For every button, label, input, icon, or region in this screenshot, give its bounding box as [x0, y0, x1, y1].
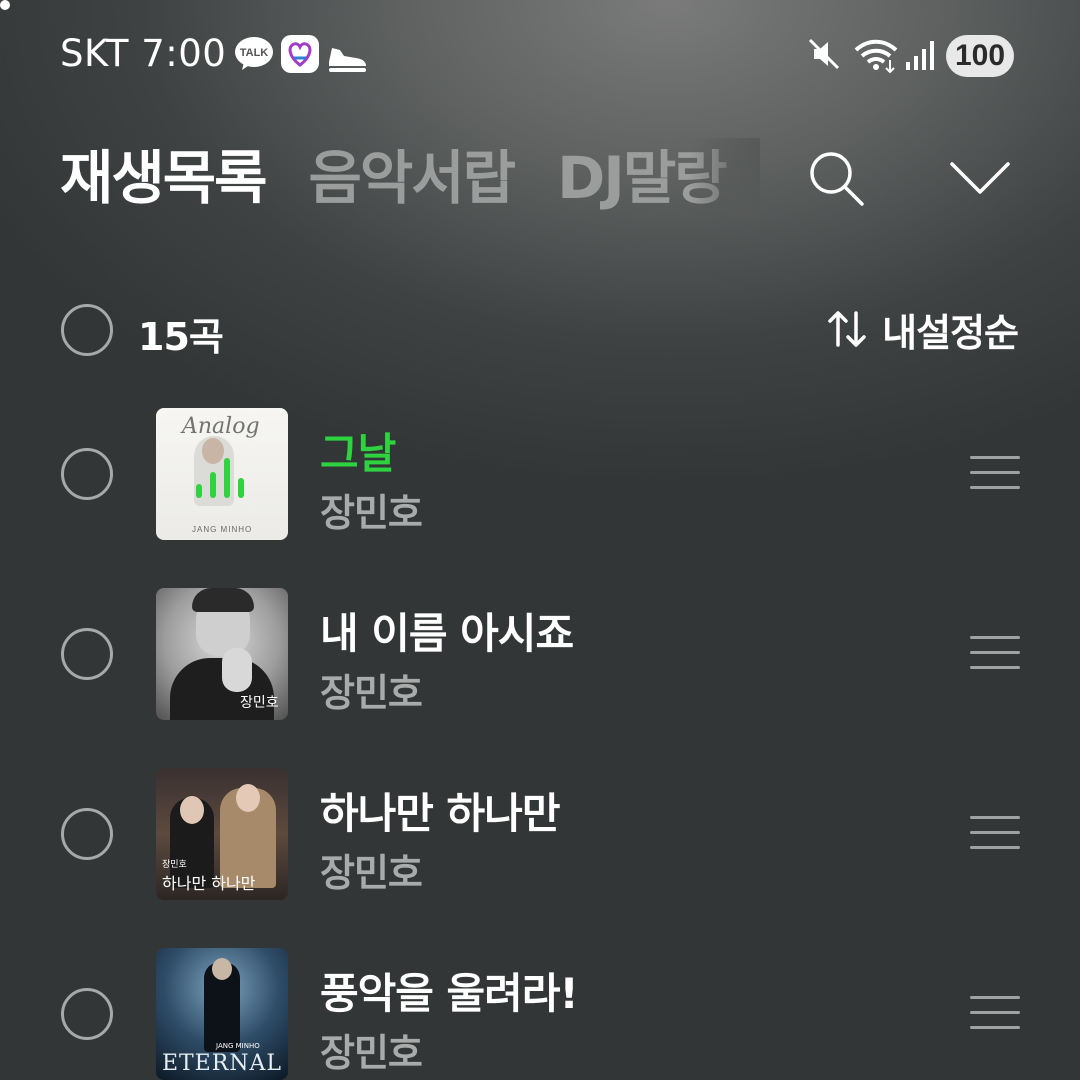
- album-art-text: ETERNAL: [161, 1051, 283, 1076]
- tab-music-drawer[interactable]: 음악서랍: [309, 138, 516, 218]
- chevron-down-icon[interactable]: [948, 156, 1012, 200]
- search-icon[interactable]: [804, 146, 868, 210]
- signal-icon: [906, 41, 934, 70]
- drag-handle-icon[interactable]: [970, 816, 1020, 852]
- song-row[interactable]: Analog JANG MINHO 그날 장민호: [0, 408, 1080, 588]
- album-art[interactable]: 장민호: [156, 588, 288, 720]
- carrier: SKT: [60, 32, 129, 75]
- album-art-caption: 장민호: [162, 860, 187, 870]
- song-artist: 장민호: [320, 491, 423, 535]
- sort-label: 내설정순: [882, 310, 1019, 355]
- mute-icon: [808, 38, 840, 70]
- song-checkbox[interactable]: [61, 988, 113, 1040]
- song-checkbox[interactable]: [61, 808, 113, 860]
- album-art-text: 장민호: [240, 695, 279, 711]
- album-art-text: 하나만 하나만: [162, 874, 256, 893]
- album-art[interactable]: Analog JANG MINHO: [156, 408, 288, 540]
- drag-handle-icon[interactable]: [970, 996, 1020, 1032]
- talk-label: TALK: [240, 47, 269, 59]
- wifi-icon: [854, 39, 898, 74]
- song-row[interactable]: JANG MINHO ETERNAL 풍악을 울려라! 장민호: [0, 948, 1080, 1080]
- carrier-time: SKT 7:00: [60, 32, 226, 75]
- drag-handle-icon[interactable]: [970, 456, 1020, 492]
- notification-dot: [0, 0, 10, 10]
- song-count: 15곡: [138, 315, 224, 359]
- song-title: 그날: [320, 429, 396, 478]
- shoe-icon: [329, 48, 366, 72]
- album-art[interactable]: JANG MINHO ETERNAL: [156, 948, 288, 1080]
- tab-playlist[interactable]: 재생목록: [60, 138, 267, 218]
- select-all-checkbox[interactable]: [61, 304, 113, 356]
- song-row[interactable]: 장민호 내 이름 아시죠 장민호: [0, 588, 1080, 768]
- album-art[interactable]: 장민호 하나만 하나만: [156, 768, 288, 900]
- song-list: Analog JANG MINHO 그날 장민호 장민호 내 이름 아시죠 장민…: [0, 408, 1080, 1080]
- sort-button[interactable]: 내설정순: [826, 304, 1019, 355]
- equalizer-icon: [196, 452, 250, 498]
- battery-indicator: 100: [946, 35, 1014, 77]
- song-title: 풍악을 울려라!: [320, 969, 579, 1018]
- song-checkbox[interactable]: [61, 628, 113, 680]
- song-title: 내 이름 아시죠: [320, 609, 574, 658]
- song-row[interactable]: 장민호 하나만 하나만 하나만 하나만 장민호: [0, 768, 1080, 948]
- song-artist: 장민호: [320, 851, 423, 895]
- song-title: 하나만 하나만: [320, 789, 560, 838]
- status-bar: SKT 7:00 TALK 100: [0, 0, 1080, 110]
- sort-icon: [828, 311, 866, 347]
- tab-bar: 재생목록 음악서랍 DJ말랑: [60, 138, 760, 218]
- song-checkbox[interactable]: [61, 448, 113, 500]
- heart-icon: [281, 35, 319, 73]
- tabs-fade: [690, 138, 760, 218]
- list-header: 15곡 내설정순: [0, 300, 1080, 360]
- talk-icon: TALK: [235, 37, 273, 70]
- drag-handle-icon[interactable]: [970, 636, 1020, 672]
- song-artist: 장민호: [320, 671, 423, 715]
- clock: 7:00: [141, 32, 227, 75]
- album-art-caption: JANG MINHO: [216, 1042, 260, 1050]
- song-artist: 장민호: [320, 1031, 423, 1075]
